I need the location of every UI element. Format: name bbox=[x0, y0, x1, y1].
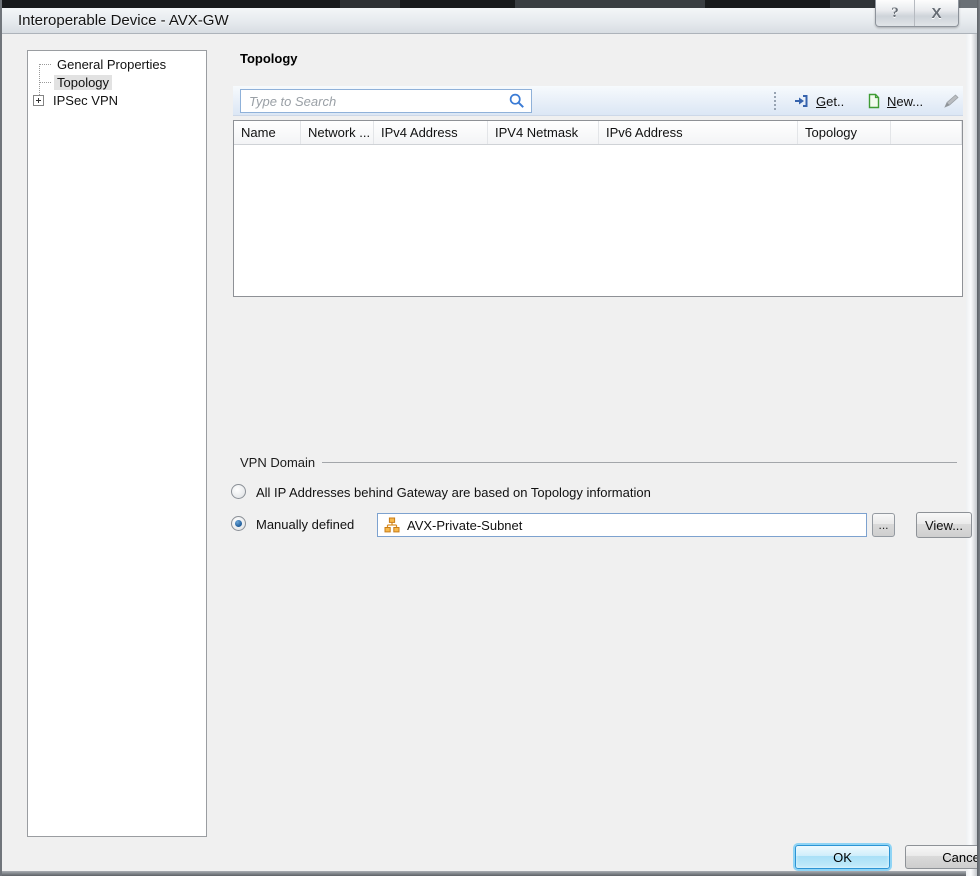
tree-item-topology[interactable]: Topology bbox=[54, 75, 112, 91]
column-header-name[interactable]: Name bbox=[234, 121, 301, 144]
column-header-network[interactable]: Network ... bbox=[301, 121, 374, 144]
page-title: Topology bbox=[240, 51, 298, 66]
help-icon: ? bbox=[891, 5, 899, 22]
import-icon bbox=[794, 93, 810, 109]
table-header-row: Name Network ... IPv4 Address IPV4 Netma… bbox=[234, 121, 962, 145]
toolbar-separator bbox=[774, 92, 777, 110]
navigation-tree: General Properties Topology IPSec VPN bbox=[27, 50, 207, 837]
window-left-edge bbox=[0, 0, 2, 876]
radio-topology-based-label[interactable]: All IP Addresses behind Gateway are base… bbox=[256, 485, 651, 500]
tree-expander-plus-icon[interactable] bbox=[33, 95, 44, 106]
column-header-ipv6-address[interactable]: IPv6 Address bbox=[599, 121, 798, 144]
new-button[interactable]: New... bbox=[867, 86, 923, 116]
view-button[interactable]: View... bbox=[916, 512, 972, 538]
background-window-strip bbox=[0, 0, 980, 8]
new-document-icon bbox=[867, 93, 881, 109]
vpn-domain-object-field[interactable]: AVX-Private-Subnet bbox=[377, 513, 867, 537]
get-button[interactable]: Get.. bbox=[794, 86, 844, 116]
tree-item-general-properties[interactable]: General Properties bbox=[54, 57, 169, 73]
window-title: Interoperable Device - AVX-GW bbox=[18, 12, 229, 29]
title-bar: Interoperable Device - AVX-GW bbox=[0, 8, 980, 34]
column-header-topology[interactable]: Topology bbox=[798, 121, 891, 144]
radio-manually-defined[interactable] bbox=[231, 516, 246, 531]
cancel-button[interactable]: Cancel bbox=[905, 845, 980, 869]
caption-button-group: ? X bbox=[875, 0, 959, 27]
help-button[interactable]: ? bbox=[876, 0, 914, 26]
network-subnet-icon bbox=[384, 517, 400, 533]
table-body-empty bbox=[234, 145, 962, 296]
vpn-domain-group-label: VPN Domain bbox=[240, 455, 315, 470]
tree-connector bbox=[39, 64, 51, 65]
pencil-icon bbox=[943, 93, 960, 109]
search-icon bbox=[508, 92, 526, 110]
window-bottom-edge bbox=[0, 871, 980, 876]
radio-topology-based[interactable] bbox=[231, 484, 246, 499]
search-input[interactable] bbox=[241, 90, 508, 112]
group-divider bbox=[322, 462, 957, 463]
topology-toolbar: Get.. New... Edit... Delete Actions bbox=[233, 86, 963, 116]
close-icon: X bbox=[931, 5, 941, 22]
radio-manually-defined-label[interactable]: Manually defined bbox=[256, 517, 354, 532]
column-header-filler bbox=[891, 121, 962, 144]
close-button[interactable]: X bbox=[914, 0, 958, 26]
ok-button[interactable]: OK bbox=[795, 845, 890, 869]
topology-table: Name Network ... IPv4 Address IPV4 Netma… bbox=[233, 120, 963, 297]
vpn-domain-object-value: AVX-Private-Subnet bbox=[407, 518, 522, 533]
tree-item-ipsec-vpn[interactable]: IPSec VPN bbox=[50, 93, 121, 109]
background-patch bbox=[515, 0, 705, 8]
search-box bbox=[240, 89, 532, 113]
background-patch bbox=[830, 0, 875, 8]
browse-button[interactable]: ... bbox=[872, 513, 895, 537]
column-header-ipv4-address[interactable]: IPv4 Address bbox=[374, 121, 488, 144]
background-patch bbox=[340, 0, 400, 8]
tree-connector bbox=[39, 82, 51, 83]
column-header-ipv4-netmask[interactable]: IPV4 Netmask bbox=[488, 121, 599, 144]
